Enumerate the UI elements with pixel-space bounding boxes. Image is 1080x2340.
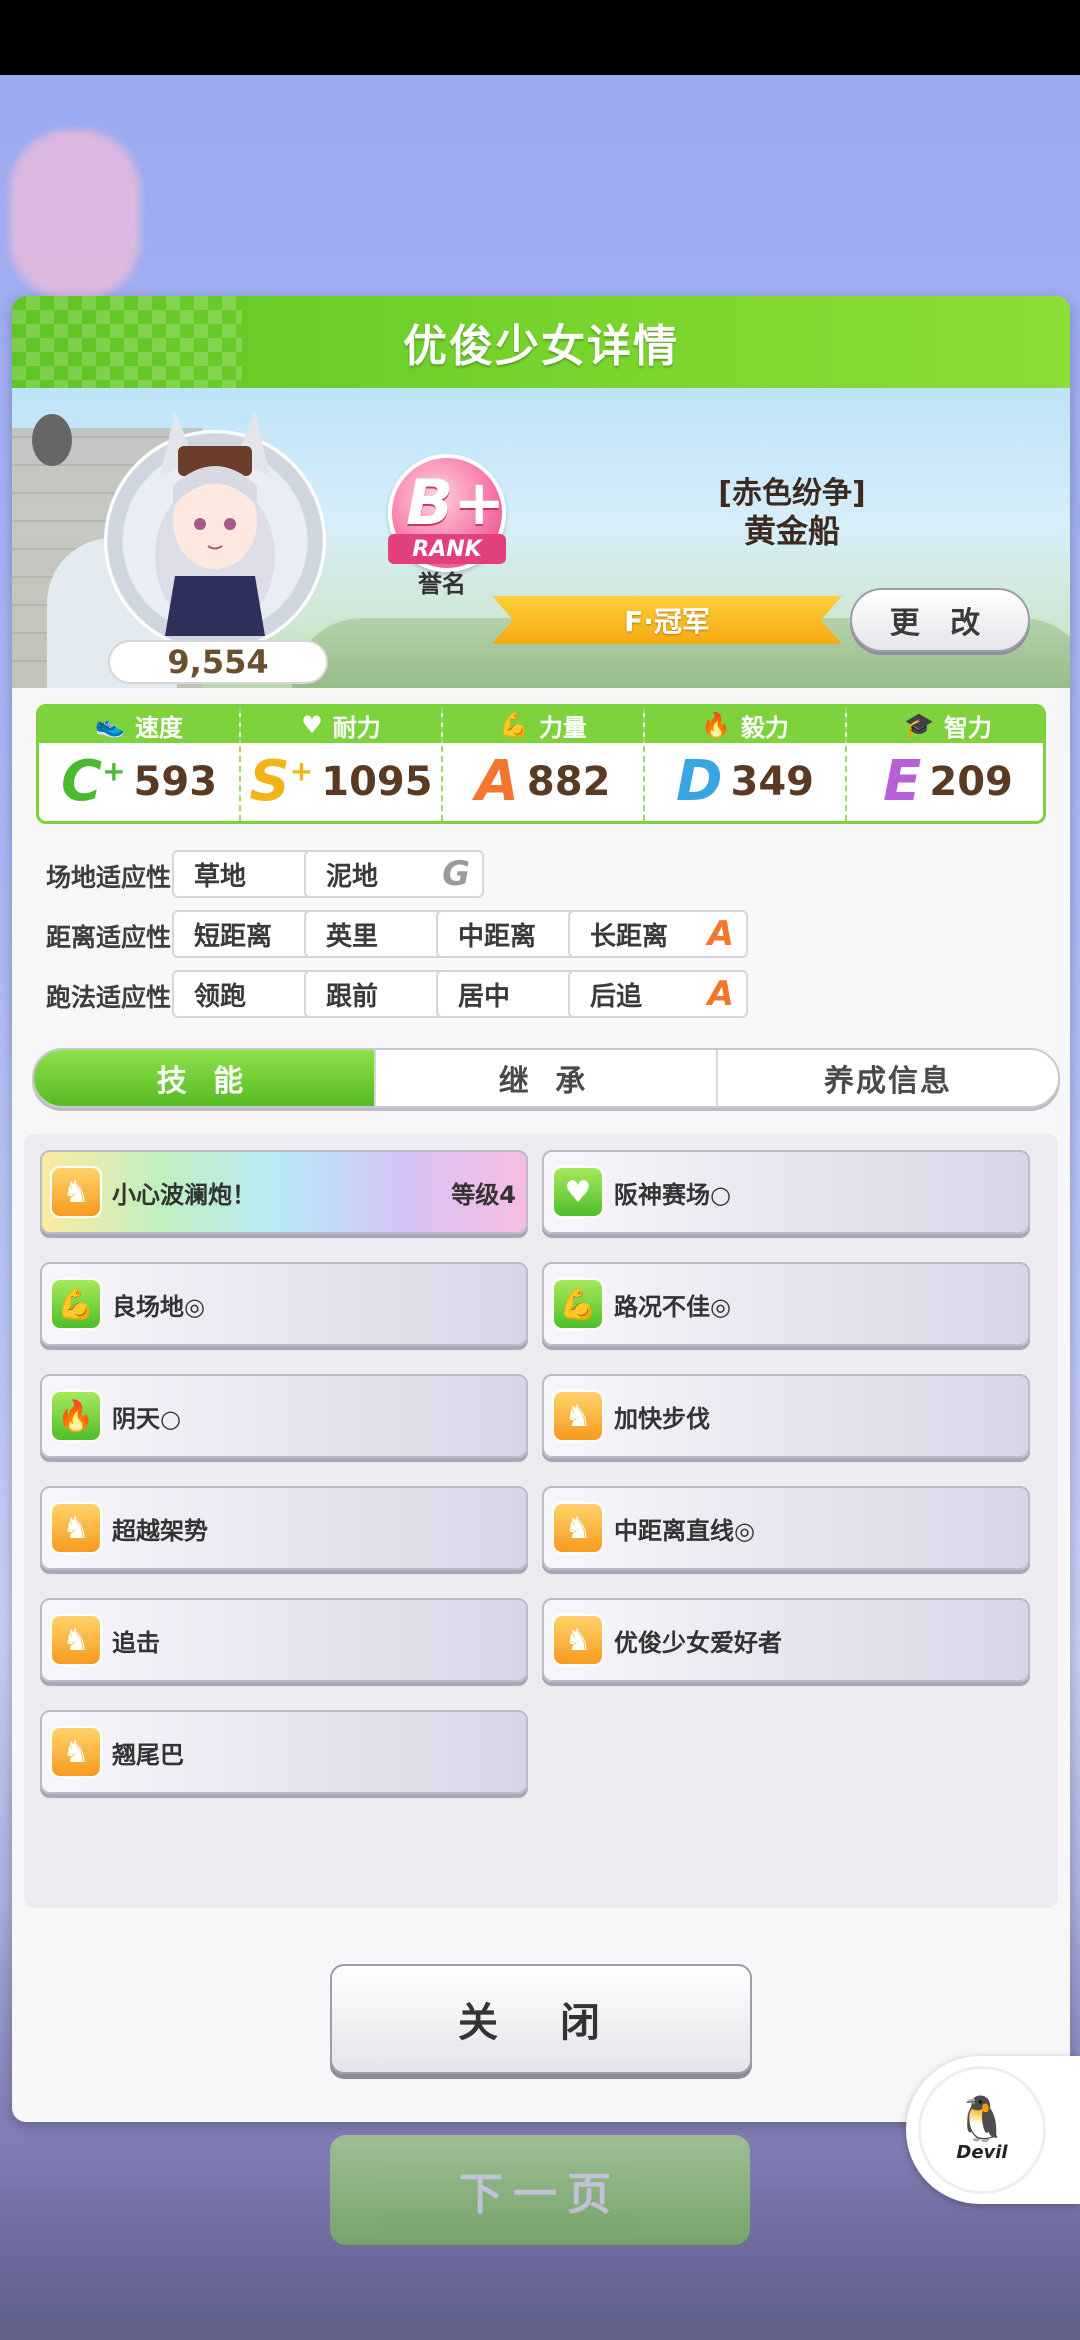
title-ribbon: F·冠军 bbox=[492, 596, 842, 644]
penguin-icon: 🐧 bbox=[954, 2093, 1010, 2145]
stat-grade: S+ bbox=[249, 749, 314, 814]
skill-level: 等级4 bbox=[451, 1180, 516, 1209]
stat-guts: 🔥 毅力 D 349 bbox=[645, 707, 847, 821]
status-bar bbox=[0, 0, 1080, 75]
horse-icon: ♞ bbox=[50, 1502, 102, 1554]
stat-stamina: ♥ 耐力 S+ 1095 bbox=[241, 707, 443, 821]
stat-grade: C+ bbox=[60, 749, 126, 814]
rank-badge[interactable]: B+ RANK bbox=[388, 454, 506, 572]
skill-item[interactable]: ♞ 加快步伐 bbox=[542, 1374, 1030, 1458]
character-detail-panel: 优俊少女详情 9,554 B+ RANK 誉名 [赤色纷争] 黄金船 F·冠军 bbox=[12, 296, 1070, 2122]
shoe-icon: 👟 bbox=[95, 711, 125, 739]
stat-grade: E bbox=[883, 749, 922, 814]
skill-item[interactable]: ♞ 追击 bbox=[40, 1598, 528, 1682]
style-aptitude-row: 跑法适应性 领跑G 跟前A 居中A 后追A bbox=[36, 970, 1046, 1020]
stat-value: 349 bbox=[730, 759, 814, 805]
horse-icon: ♞ bbox=[552, 1614, 604, 1666]
flame-icon: 🔥 bbox=[50, 1390, 102, 1442]
honor-label: 誉名 bbox=[418, 570, 466, 598]
stat-label: 速度 bbox=[134, 713, 183, 742]
detail-tabs: 技 能 继 承 养成信息 bbox=[32, 1048, 1060, 1108]
score-badge: 9,554 bbox=[108, 640, 328, 684]
muscle-icon: 💪 bbox=[552, 1278, 604, 1330]
background-next-button: 下一页 bbox=[330, 2135, 750, 2245]
floating-widget-avatar: 🐧 Devil bbox=[918, 2066, 1046, 2194]
floating-assistant-widget[interactable]: 🐧 Devil bbox=[906, 2056, 1080, 2204]
header-pattern bbox=[12, 296, 242, 388]
stat-label: 毅力 bbox=[740, 713, 789, 742]
skill-item[interactable]: ♞ 中距离直线◎ bbox=[542, 1486, 1030, 1570]
graduation-cap-icon: 🎓 bbox=[904, 711, 934, 739]
horse-icon: ♞ bbox=[50, 1726, 102, 1778]
stat-value: 593 bbox=[133, 759, 218, 805]
tab-training-info[interactable]: 养成信息 bbox=[718, 1050, 1058, 1106]
skill-item[interactable]: ♞ 翘尾巴 bbox=[40, 1710, 528, 1794]
stat-label: 智力 bbox=[943, 713, 992, 742]
rank-ribbon: RANK bbox=[388, 534, 506, 564]
skill-item[interactable]: ♥ 阪神赛场○ bbox=[542, 1150, 1030, 1234]
stat-grade: A bbox=[475, 749, 519, 814]
stat-label: 力量 bbox=[538, 713, 587, 742]
aptitude-label: 场地适应性 bbox=[46, 863, 172, 892]
character-name: 黄金船 bbox=[743, 512, 840, 550]
close-button[interactable]: 关 闭 bbox=[330, 1964, 752, 2074]
change-title-button[interactable]: 更 改 bbox=[850, 588, 1030, 652]
stat-speed: 👟 速度 C+ 593 bbox=[39, 707, 241, 821]
floating-widget-text: Devil bbox=[956, 2141, 1008, 2163]
horse-icon: ♞ bbox=[50, 1614, 102, 1666]
stat-power: 💪 力量 A 882 bbox=[443, 707, 645, 821]
skill-item[interactable]: ♞ 优俊少女爱好者 bbox=[542, 1598, 1030, 1682]
heart-icon: ♥ bbox=[552, 1166, 604, 1218]
stats-bar: 👟 速度 C+ 593 ♥ 耐力 S+ 1095 💪 力量 A 882 🔥 毅力 D 349 🎓… bbox=[36, 704, 1046, 824]
skill-item[interactable]: ♞ 小心波澜炮！ 等级4 bbox=[40, 1150, 528, 1234]
distance-aptitude-row: 距离适应性 短距离F 英里C 中距离A 长距离A bbox=[36, 910, 1046, 960]
horse-icon: ♞ bbox=[552, 1390, 604, 1442]
aptitude-label: 跑法适应性 bbox=[46, 983, 172, 1012]
stat-wisdom: 🎓 智力 E 209 bbox=[847, 707, 1043, 821]
muscle-icon: 💪 bbox=[499, 711, 529, 739]
aptitude-label: 距离适应性 bbox=[46, 923, 172, 952]
background-character-hand bbox=[10, 130, 140, 300]
stat-value: 209 bbox=[929, 759, 1013, 805]
carrot-icon bbox=[32, 414, 72, 466]
horse-icon: ♞ bbox=[50, 1166, 102, 1218]
muscle-icon: 💪 bbox=[50, 1278, 102, 1330]
aptitude-dirt: 泥地 G bbox=[304, 850, 484, 898]
tab-skills[interactable]: 技 能 bbox=[34, 1050, 376, 1106]
panel-title: 优俊少女详情 bbox=[403, 321, 679, 372]
character-hero: 9,554 B+ RANK 誉名 [赤色纷争] 黄金船 F·冠军 更 改 bbox=[12, 388, 1070, 688]
skill-item[interactable]: ♞ 超越架势 bbox=[40, 1486, 528, 1570]
stat-grade: D bbox=[676, 749, 723, 814]
flame-icon: 🔥 bbox=[701, 711, 731, 739]
skill-item[interactable]: 💪 路况不佳◎ bbox=[542, 1262, 1030, 1346]
stat-value: 882 bbox=[526, 759, 611, 805]
track-aptitude-row: 场地适应性 草地A 泥地G bbox=[36, 850, 1046, 900]
skill-item[interactable]: 🔥 阴天○ bbox=[40, 1374, 528, 1458]
rank-grade: B+ bbox=[406, 466, 506, 539]
stat-value: 1095 bbox=[321, 759, 433, 805]
panel-header: 优俊少女详情 bbox=[12, 296, 1070, 388]
avatar[interactable] bbox=[130, 406, 300, 636]
skill-item[interactable]: 💪 良场地◎ bbox=[40, 1262, 528, 1346]
tab-inheritance[interactable]: 继 承 bbox=[376, 1050, 718, 1106]
stat-label: 耐力 bbox=[332, 713, 381, 742]
skills-list: ♞ 小心波澜炮！ 等级4 ♥ 阪神赛场○ 💪 良场地◎ 💪 路况不佳◎ 🔥 阴天… bbox=[24, 1134, 1058, 1908]
aptitude-chaser: 后追 A bbox=[568, 970, 748, 1018]
heart-icon: ♥ bbox=[301, 711, 323, 739]
horse-icon: ♞ bbox=[552, 1502, 604, 1554]
aptitude-long: 长距离 A bbox=[568, 910, 748, 958]
